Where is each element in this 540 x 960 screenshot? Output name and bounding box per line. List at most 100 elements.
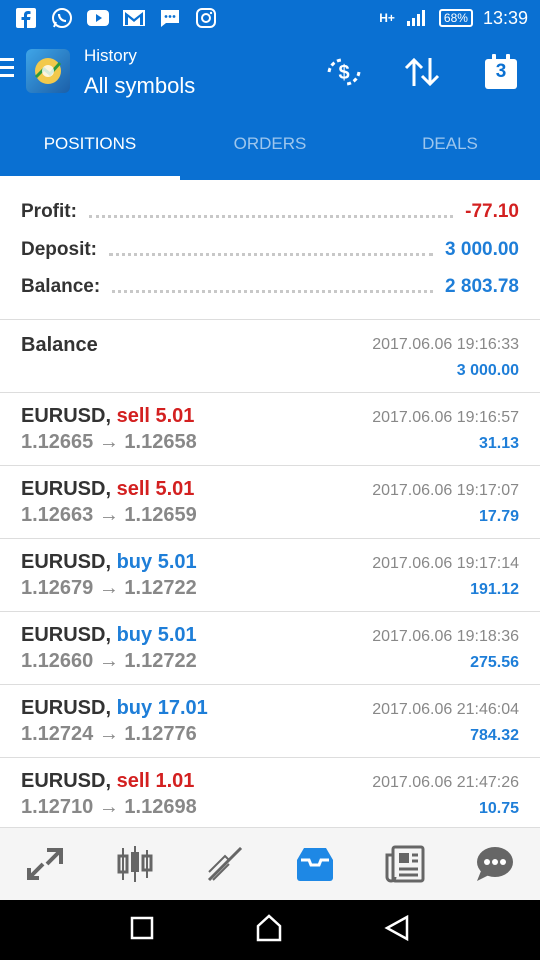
system-navigation-bar: [0, 900, 540, 960]
entry-type: sell 5.01: [116, 478, 195, 500]
tab-bar: POSITIONS ORDERS DEALS: [0, 108, 540, 180]
entry-prices: 1.12663 → 1.12659: [21, 504, 197, 526]
entry-symbol: EURUSD,: [21, 405, 112, 427]
entry-title: EURUSD, sell 5.01: [21, 478, 194, 501]
dotted-leader: [88, 214, 454, 218]
dotted-leader: [112, 289, 434, 293]
list-item[interactable]: Balance 2017.06.06 19:16:33 3 000.00: [0, 320, 540, 393]
entry-prices: 1.12724 → 1.12776: [21, 723, 197, 745]
app-logo: [26, 49, 70, 93]
whatsapp-icon: [50, 6, 74, 30]
list-item[interactable]: EURUSD, buy 5.01 1.12679 → 1.12722 2017.…: [0, 539, 540, 612]
svg-text:$: $: [338, 62, 349, 84]
home-icon[interactable]: [255, 913, 283, 947]
list-item[interactable]: EURUSD, buy 17.01 1.12724 → 1.12776 2017…: [0, 685, 540, 758]
entry-type: sell 1.01: [116, 770, 195, 792]
tab-positions[interactable]: POSITIONS: [0, 108, 180, 180]
entry-time: 2017.06.06 19:18:36: [372, 628, 519, 645]
entry-profit: 17.79: [478, 508, 519, 525]
history-list: Balance 2017.06.06 19:16:33 3 000.00 EUR…: [0, 320, 540, 831]
profit-row: Profit: -77.10: [21, 197, 519, 227]
entry-type: buy 17.01: [116, 697, 208, 719]
list-item[interactable]: EURUSD, sell 1.01 1.12710 → 1.12698 2017…: [0, 758, 540, 831]
entry-symbol: EURUSD,: [21, 770, 112, 792]
back-icon[interactable]: [384, 914, 410, 947]
list-item[interactable]: EURUSD, sell 5.01 1.12665 → 1.12658 2017…: [0, 393, 540, 466]
chart-icon: [117, 846, 153, 882]
entry-title: EURUSD, buy 17.01: [21, 697, 208, 720]
balance-label: Balance:: [21, 276, 101, 297]
currency-exchange-button[interactable]: $: [322, 52, 366, 92]
entry-symbol: EURUSD,: [21, 624, 112, 646]
sort-button[interactable]: [400, 52, 444, 92]
app-title[interactable]: All symbols: [84, 73, 195, 99]
entry-title: EURUSD, sell 5.01: [21, 405, 194, 428]
news-icon: [385, 845, 425, 883]
nav-chart[interactable]: [90, 828, 180, 900]
balance-row: Balance: 2 803.78: [21, 272, 519, 302]
battery-indicator: 68%: [438, 9, 473, 27]
app-title-small: History: [84, 46, 137, 65]
dotted-leader: [109, 252, 434, 256]
sort-arrows-icon: [404, 57, 440, 87]
entry-title: EURUSD, sell 1.01: [21, 770, 194, 793]
entry-prices: 1.12665 → 1.12658: [21, 431, 197, 453]
balance-value: 2 803.78: [445, 276, 519, 297]
chat-icon: [477, 847, 513, 881]
entry-profit: 10.75: [478, 800, 519, 817]
app-bar: History All symbols $ 3: [0, 36, 540, 108]
facebook-icon: [14, 6, 38, 30]
entry-prices: 1.12679 → 1.12722: [21, 577, 197, 599]
quotes-icon: [27, 848, 63, 880]
entry-profit: 191.12: [470, 581, 519, 598]
profit-value: -77.10: [465, 201, 519, 222]
entry-prices: 1.12660 → 1.12722: [21, 650, 197, 672]
entry-time: 2017.06.06 21:47:26: [372, 774, 519, 791]
deposit-value: 3 000.00: [445, 239, 519, 260]
entry-symbol: EURUSD,: [21, 551, 112, 573]
dollar-arrows-icon: $: [327, 58, 361, 86]
entry-symbol: EURUSD,: [21, 478, 112, 500]
entry-profit: 3 000.00: [456, 362, 519, 379]
tab-orders[interactable]: ORDERS: [180, 108, 360, 180]
entry-time: 2017.06.06 21:46:04: [372, 701, 519, 718]
entry-symbol: EURUSD,: [21, 697, 112, 719]
messages-icon: [158, 6, 182, 30]
list-item[interactable]: EURUSD, sell 5.01 1.12663 → 1.12659 2017…: [0, 466, 540, 539]
network-type: H+: [379, 11, 395, 25]
nav-news[interactable]: [360, 828, 450, 900]
entry-title: EURUSD, buy 5.01: [21, 551, 197, 574]
nav-trade[interactable]: [180, 828, 270, 900]
entry-type: buy 5.01: [116, 624, 197, 646]
bottom-navigation: [0, 827, 540, 900]
entry-prices: 1.12710 → 1.12698: [21, 796, 197, 818]
history-icon: [297, 848, 333, 881]
signal-icon: [405, 6, 429, 30]
calendar-button[interactable]: 3: [479, 52, 523, 92]
trade-icon: [207, 846, 243, 882]
entry-time: 2017.06.06 19:16:57: [372, 409, 519, 426]
calendar-day: 3: [495, 61, 507, 82]
list-item[interactable]: EURUSD, buy 5.01 1.12660 → 1.12722 2017.…: [0, 612, 540, 685]
entry-title: EURUSD, buy 5.01: [21, 624, 197, 647]
entry-type: sell 5.01: [116, 405, 195, 427]
nav-chat[interactable]: [450, 828, 540, 900]
nav-history[interactable]: [270, 828, 360, 900]
entry-time: 2017.06.06 19:16:33: [372, 336, 519, 353]
entry-profit: 275.56: [470, 654, 519, 671]
entry-time: 2017.06.06 19:17:07: [372, 482, 519, 499]
instagram-icon: [194, 6, 218, 30]
clock: 13:39: [482, 7, 528, 28]
tab-deals[interactable]: DEALS: [360, 108, 540, 180]
profit-label: Profit:: [21, 201, 77, 222]
entry-time: 2017.06.06 19:17:14: [372, 555, 519, 572]
gmail-icon: [122, 6, 146, 30]
entry-symbol: Balance: [21, 334, 98, 356]
youtube-icon: [86, 6, 110, 30]
deposit-label: Deposit:: [21, 239, 97, 260]
recent-apps-icon[interactable]: [130, 916, 154, 945]
menu-icon[interactable]: [0, 58, 14, 80]
entry-type: buy 5.01: [116, 551, 197, 573]
nav-quotes[interactable]: [0, 828, 90, 900]
status-bar: H+ 68% 13:39: [0, 0, 540, 36]
